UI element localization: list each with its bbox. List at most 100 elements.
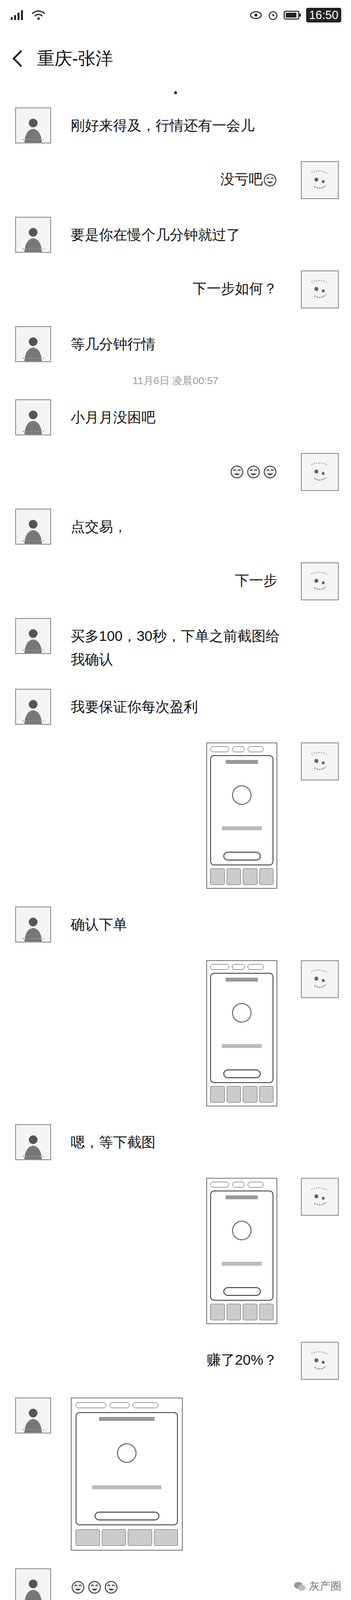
person-avatar-icon	[20, 1574, 46, 1599]
avatar[interactable]	[300, 270, 339, 309]
person-avatar-icon	[20, 333, 46, 361]
avatar[interactable]	[15, 398, 52, 435]
pill	[247, 962, 264, 969]
avatar[interactable]	[300, 1176, 339, 1215]
avatar[interactable]	[15, 617, 52, 654]
line	[221, 1260, 263, 1265]
line	[225, 1193, 258, 1198]
status-left	[9, 9, 46, 21]
watermark: 灰产圈	[291, 1577, 344, 1592]
pill	[247, 745, 264, 752]
message-body: 等几分钟行情	[70, 335, 156, 352]
back-icon[interactable]	[11, 49, 24, 68]
pattern-avatar-icon	[307, 748, 332, 773]
message-body: 买多100，30秒，下单之前截图给我确认	[70, 627, 280, 667]
avatar[interactable]	[300, 1340, 339, 1379]
pattern-avatar-icon	[307, 276, 332, 302]
person-avatar-icon	[20, 695, 46, 723]
avatar[interactable]	[300, 561, 339, 600]
message-body: 要是你在慢个几分钟就过了	[70, 226, 241, 243]
message-row: 等几分钟行情	[0, 316, 351, 371]
message-body: 没亏吧	[220, 171, 263, 187]
avatar[interactable]	[300, 958, 339, 997]
avatar[interactable]	[15, 687, 52, 724]
message-row: 小月月没困吧	[0, 390, 351, 444]
button-shape	[223, 1068, 261, 1077]
block	[259, 1302, 274, 1319]
person-avatar-icon	[20, 406, 46, 434]
message-row: 赚了20%？	[0, 1331, 351, 1387]
avatar[interactable]	[15, 507, 52, 545]
laughing-face-icon	[103, 1578, 119, 1593]
person-avatar-icon	[20, 913, 46, 941]
screenshot-card	[75, 1410, 178, 1524]
block	[242, 867, 258, 884]
status-bar: 16:50	[0, 0, 351, 31]
avatar[interactable]	[15, 1122, 52, 1159]
person-avatar-icon	[20, 624, 46, 653]
message-row: 点交易，	[0, 499, 351, 553]
line	[92, 1483, 162, 1488]
block	[226, 1084, 242, 1102]
eye-icon	[249, 9, 263, 21]
circle	[232, 1001, 252, 1022]
message-row: 下一步如何？	[0, 261, 351, 317]
person-avatar-icon	[20, 1130, 46, 1158]
message-row	[0, 950, 351, 1114]
screenshot-card	[210, 754, 274, 865]
circle	[117, 1441, 137, 1462]
message-list: 刚好来得及，行情还有一会儿没亏吧要是你在慢个几分钟就过了下一步如何？ 等几分钟行情…	[0, 98, 351, 1599]
line	[221, 1042, 263, 1047]
block	[226, 867, 242, 884]
screenshot-image[interactable]	[206, 1176, 278, 1323]
message-body: 刚好来得及，行情还有一会儿	[70, 117, 255, 134]
avatar[interactable]	[15, 1566, 52, 1599]
pill	[232, 1180, 245, 1187]
message-body: 下一步如何？	[192, 280, 278, 296]
avatar[interactable]	[300, 160, 339, 199]
laughing-face-icon	[70, 1578, 86, 1593]
screenshot-bottom	[75, 1527, 178, 1544]
message-text: 刚好来得及，行情还有一会儿	[70, 107, 255, 137]
screenshot-card	[210, 971, 274, 1082]
alarm-icon	[267, 9, 279, 21]
laughing-face-icon	[262, 464, 278, 479]
person-avatar-icon	[20, 115, 46, 143]
screenshot-bottom	[210, 1084, 274, 1102]
message-text: 下一步	[234, 561, 278, 592]
chat-title: 重庆-张洋	[37, 47, 114, 70]
avatar[interactable]	[15, 905, 52, 942]
pattern-avatar-icon	[307, 167, 332, 193]
avatar[interactable]	[15, 325, 52, 362]
message-text: 买多100，30秒，下单之前截图给我确认	[70, 617, 291, 671]
block	[127, 1527, 153, 1544]
message-body: 点交易，	[70, 518, 128, 534]
avatar[interactable]	[300, 452, 339, 491]
block	[210, 1302, 225, 1319]
screenshot-image[interactable]	[70, 1395, 183, 1549]
message-body: 下一步	[234, 571, 278, 588]
message-body: 我要保证你每次盈利	[70, 698, 198, 714]
message-body: 小月月没困吧	[70, 409, 156, 425]
screenshot-image[interactable]	[206, 958, 278, 1106]
message-text: 确认下单	[70, 905, 128, 936]
line	[221, 825, 263, 830]
message-text: 赚了20%？	[206, 1340, 278, 1370]
block	[259, 867, 274, 884]
message-text: 我要保证你每次盈利	[70, 687, 198, 718]
screenshot-top	[210, 962, 274, 969]
status-right: 16:50	[249, 7, 342, 23]
message-row: 确认下单	[0, 896, 351, 951]
avatar[interactable]	[15, 1395, 52, 1432]
timestamp-row: 11月6日 凌晨00:57	[0, 370, 351, 390]
avatar[interactable]	[300, 741, 339, 780]
screenshot-image[interactable]	[206, 741, 278, 888]
screenshot-top	[210, 1180, 274, 1187]
block	[259, 1084, 274, 1102]
avatar[interactable]	[15, 107, 52, 144]
avatar[interactable]	[15, 216, 52, 253]
pill	[132, 1400, 159, 1407]
message-row: 要是你在慢个几分钟就过了	[0, 207, 351, 262]
pattern-avatar-icon	[307, 1183, 332, 1208]
message-body: 确认下单	[70, 915, 128, 932]
